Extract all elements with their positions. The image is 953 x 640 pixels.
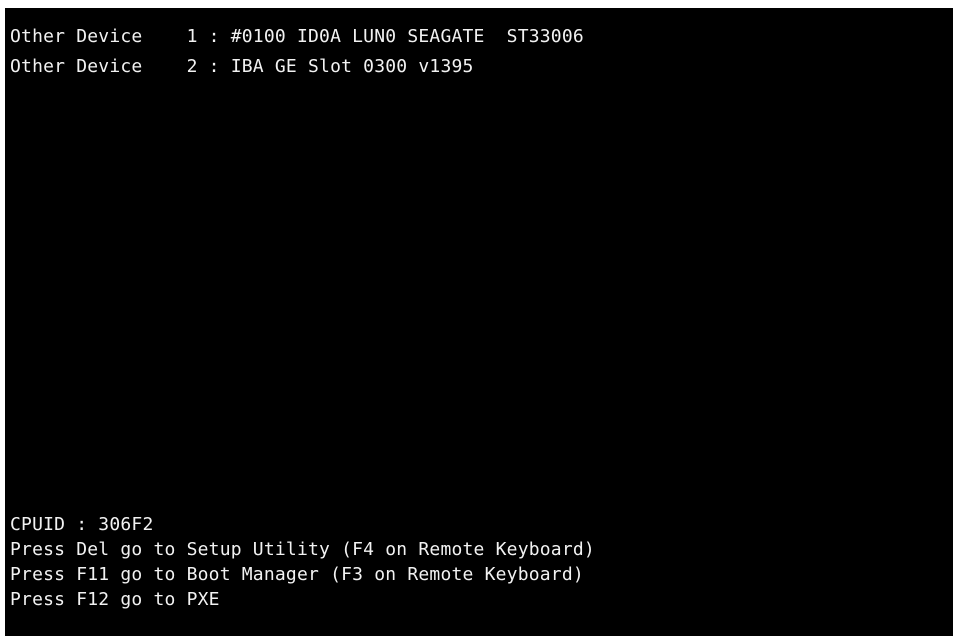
setup-utility-prompt: Press Del go to Setup Utility (F4 on Rem… (10, 539, 595, 560)
device-line-2: Other Device 2 : IBA GE Slot 0300 v1395 (10, 56, 474, 77)
boot-manager-prompt: Press F11 go to Boot Manager (F3 on Remo… (10, 564, 584, 585)
cpuid-line: CPUID : 306F2 (10, 514, 154, 535)
bios-console-screen: Other Device 1 : #0100 ID0A LUN0 SEAGATE… (5, 8, 953, 636)
device-line-1: Other Device 1 : #0100 ID0A LUN0 SEAGATE… (10, 26, 584, 47)
pxe-prompt: Press F12 go to PXE (10, 589, 220, 610)
